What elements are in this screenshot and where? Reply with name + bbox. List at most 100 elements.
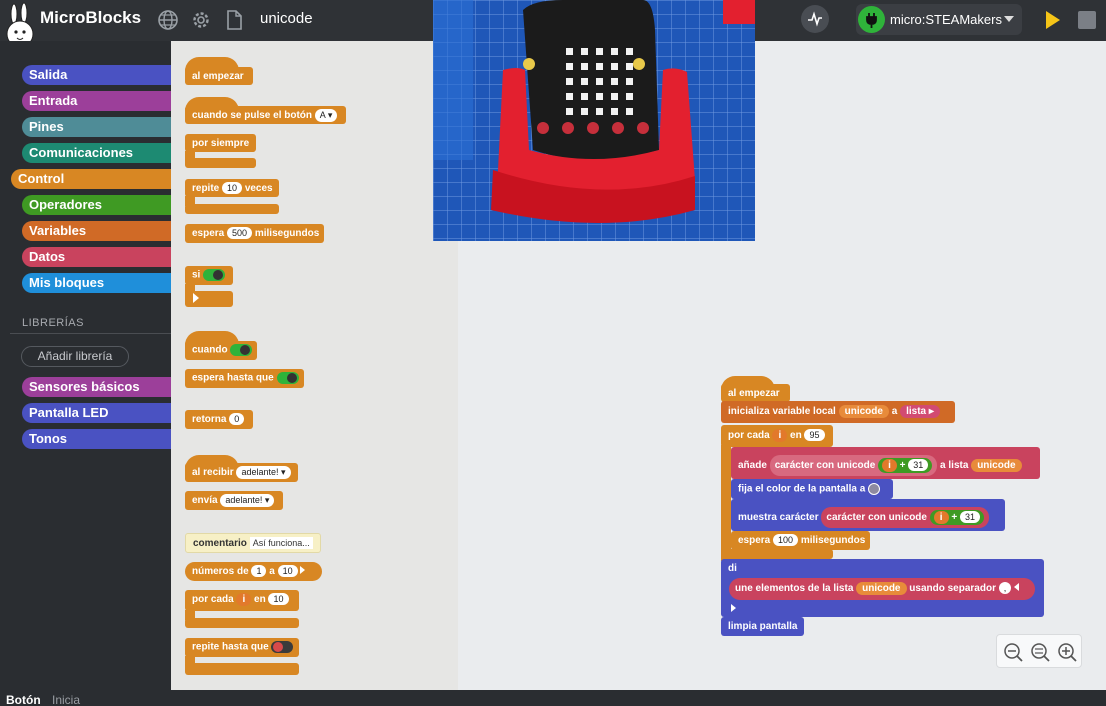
zoom-reset-icon[interactable] xyxy=(1031,643,1050,662)
library-sensores-basicos[interactable]: Sensores básicos xyxy=(22,377,171,397)
block-por-cada[interactable]: por cada i en 10 xyxy=(185,590,299,611)
category-pines[interactable]: Pines xyxy=(22,117,171,137)
boolean-toggle[interactable] xyxy=(203,269,226,281)
script-inicializa[interactable]: inicializa variable local unicode a list… xyxy=(721,401,955,423)
category-mis-bloques[interactable]: Mis bloques xyxy=(22,273,171,293)
block-c-arm xyxy=(721,445,731,561)
block-label: al empezar xyxy=(728,388,780,399)
plus-operator[interactable]: i + 31 xyxy=(878,458,933,473)
return-value-input[interactable]: 0 xyxy=(229,413,245,425)
globe-icon[interactable] xyxy=(157,9,179,31)
category-entrada[interactable]: Entrada xyxy=(22,91,171,111)
script-fija-color[interactable]: fija el color de la pantalla a xyxy=(731,479,893,499)
variable-i[interactable]: i xyxy=(772,429,788,442)
block-label: números de xyxy=(192,566,249,577)
variable-unicode[interactable]: unicode xyxy=(971,459,1022,472)
separator-input[interactable]: , xyxy=(998,582,1012,594)
block-al-empezar-body[interactable]: al empezar xyxy=(185,67,253,85)
block-label: carácter con unicode xyxy=(826,512,927,523)
comment-text[interactable]: Así funciona... xyxy=(249,537,313,549)
libraries-header: LIBRERÍAS xyxy=(22,317,84,329)
category-datos[interactable]: Datos xyxy=(22,247,171,267)
script-muestra-caracter[interactable]: muestra carácter carácter con unicode i … xyxy=(731,499,1005,531)
wait-ms-input[interactable]: 100 xyxy=(773,534,799,546)
boolean-toggle[interactable] xyxy=(230,344,253,356)
block-por-siempre[interactable]: por siempre xyxy=(185,134,256,152)
caracter-unicode-reporter[interactable]: carácter con unicode i + 31 xyxy=(769,455,938,476)
block-label: di xyxy=(728,563,737,574)
add-library-button[interactable]: Añadir librería xyxy=(21,346,129,367)
script-al-empezar[interactable]: al empezar xyxy=(721,384,790,402)
block-repite[interactable]: repite 10 veces xyxy=(185,179,279,197)
zoom-out-icon[interactable] xyxy=(1004,643,1023,662)
range-from-input[interactable]: 1 xyxy=(251,565,267,577)
graph-button[interactable] xyxy=(801,5,829,33)
library-pantalla-led[interactable]: Pantalla LED xyxy=(22,403,171,423)
number-input[interactable]: 31 xyxy=(908,459,929,471)
block-label: a xyxy=(891,406,898,417)
button-dropdown[interactable]: A ▾ xyxy=(314,109,338,122)
script-limpia-pantalla[interactable]: limpia pantalla xyxy=(721,617,804,636)
expand-arrow-icon[interactable] xyxy=(193,293,199,303)
block-label: espera xyxy=(192,228,225,239)
category-variables[interactable]: Variables xyxy=(22,221,171,241)
category-salida[interactable]: Salida xyxy=(22,65,171,85)
script-di[interactable]: di une elementos de la lista unicode usa… xyxy=(721,559,1044,617)
block-label: limpia pantalla xyxy=(728,621,798,632)
variable-unicode[interactable]: unicode xyxy=(856,582,907,595)
operator-symbol: + xyxy=(951,512,958,523)
category-operadores[interactable]: Operadores xyxy=(22,195,171,215)
project-name[interactable]: unicode xyxy=(260,10,313,27)
script-por-cada[interactable]: por cada i en 95 xyxy=(721,425,833,447)
block-c-foot xyxy=(185,158,256,168)
block-al-recibir[interactable]: al recibir adelante! ▾ xyxy=(185,463,298,482)
board-connection-button[interactable]: micro:STEAMakers xyxy=(856,4,1022,35)
une-elementos-reporter[interactable]: une elementos de la lista unicode usando… xyxy=(729,578,1035,600)
number-input[interactable]: 31 xyxy=(959,511,980,523)
gear-icon[interactable] xyxy=(190,9,212,31)
range-to-input[interactable]: 10 xyxy=(277,565,298,577)
plus-operator[interactable]: i + 31 xyxy=(929,510,984,525)
variable-unicode[interactable]: unicode xyxy=(838,405,889,418)
category-comunicaciones[interactable]: Comunicaciones xyxy=(22,143,171,163)
start-icon[interactable] xyxy=(1044,9,1062,31)
category-control[interactable]: Control xyxy=(11,169,171,189)
block-label: repite hasta que xyxy=(192,641,269,653)
block-label: milisegundos xyxy=(254,228,320,239)
block-espera-hasta-que[interactable]: espera hasta que xyxy=(185,369,304,388)
file-icon[interactable] xyxy=(223,9,245,31)
expand-arrow-icon[interactable] xyxy=(300,566,306,574)
repeat-count-input[interactable]: 10 xyxy=(222,182,243,194)
color-swatch[interactable] xyxy=(868,483,881,495)
caracter-unicode-reporter[interactable]: carácter con unicode i + 31 xyxy=(821,507,989,528)
lista-reporter[interactable]: lista ▸ xyxy=(900,405,940,418)
variable-i[interactable]: i xyxy=(882,459,897,472)
variable-i[interactable]: i xyxy=(933,511,949,524)
script-espera[interactable]: espera 100 milisegundos xyxy=(731,531,870,550)
message-dropdown[interactable]: adelante! ▾ xyxy=(236,466,291,479)
message-dropdown[interactable]: adelante! ▾ xyxy=(220,494,275,507)
library-tonos[interactable]: Tonos xyxy=(22,429,171,449)
variable-i[interactable]: i xyxy=(236,593,252,606)
block-cuando[interactable]: cuando xyxy=(185,341,257,360)
zoom-in-icon[interactable] xyxy=(1058,643,1077,662)
block-espera[interactable]: espera 500 milisegundos xyxy=(185,224,324,243)
block-retorna[interactable]: retorna 0 xyxy=(185,410,253,429)
block-comentario[interactable]: comentario Así funciona... xyxy=(185,533,321,553)
block-repite-hasta-que[interactable]: repite hasta que xyxy=(185,638,299,657)
wait-ms-input[interactable]: 500 xyxy=(227,227,253,239)
expand-arrow-icon[interactable] xyxy=(731,604,736,612)
block-numeros-de[interactable]: números de 1 a 10 xyxy=(185,562,322,581)
block-si[interactable]: si xyxy=(185,266,233,285)
stop-icon[interactable] xyxy=(1078,11,1096,29)
foreach-list-input[interactable]: 10 xyxy=(268,593,289,605)
block-label: a xyxy=(269,566,275,577)
foreach-count-input[interactable]: 95 xyxy=(804,429,825,441)
boolean-toggle[interactable] xyxy=(276,372,299,384)
collapse-arrow-icon[interactable] xyxy=(1014,583,1020,591)
block-envia[interactable]: envía adelante! ▾ xyxy=(185,491,283,510)
boolean-toggle[interactable] xyxy=(271,641,294,653)
block-cuando-boton[interactable]: cuando se pulse el botón A ▾ xyxy=(185,106,346,124)
libraries-divider xyxy=(10,333,171,334)
script-anade[interactable]: añade carácter con unicode i + 31 a list… xyxy=(731,447,1040,479)
